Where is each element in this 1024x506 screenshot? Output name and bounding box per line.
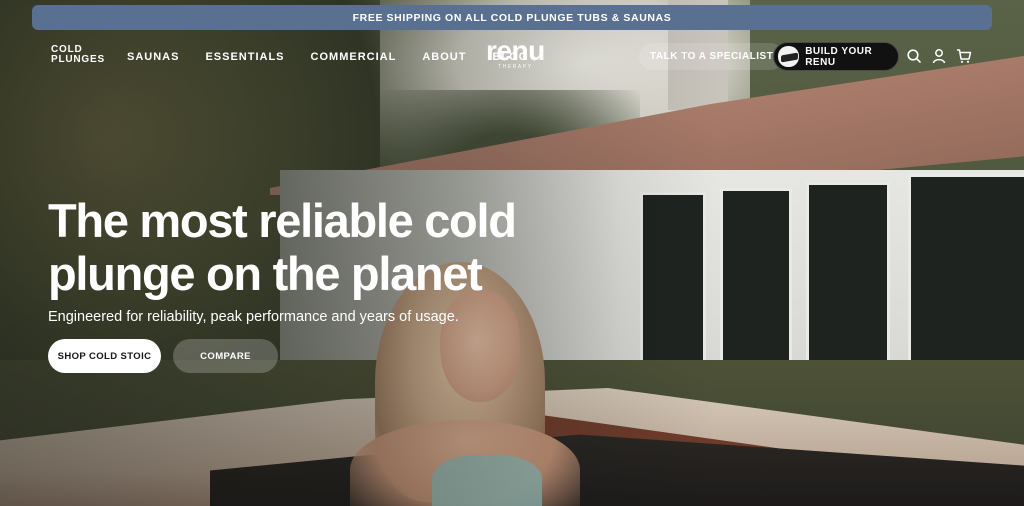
nav-item-essentials[interactable]: ESSENTIALS — [205, 51, 284, 63]
specialist-label: TALK TO A SPECIALIST — [650, 51, 774, 62]
header-icons — [906, 48, 972, 64]
shop-cold-stoic-button[interactable]: SHOP COLD STOIC — [48, 339, 161, 373]
account-icon[interactable] — [931, 48, 947, 64]
compare-label: COMPARE — [200, 350, 251, 362]
build-your-renu-button[interactable]: BUILD YOUR RENU — [773, 42, 899, 71]
renu-therapy-logo[interactable]: renu THERAPY — [486, 35, 545, 71]
brand-subtitle: THERAPY — [497, 64, 533, 70]
headline-line-2: plunge on the planet — [48, 247, 483, 300]
build-label: BUILD YOUR RENU — [805, 45, 873, 68]
compare-button[interactable]: COMPARE — [173, 339, 278, 373]
nav-item-commercial[interactable]: COMMERCIAL — [311, 51, 397, 63]
announcement-text: FREE SHIPPING ON ALL COLD PLUNGE TUBS & … — [352, 11, 672, 24]
cart-icon[interactable] — [956, 48, 972, 64]
announcement-bar[interactable]: FREE SHIPPING ON ALL COLD PLUNGE TUBS & … — [32, 5, 992, 30]
search-icon[interactable] — [906, 48, 922, 64]
hero-headline: The most reliable cold plunge on the pla… — [48, 194, 568, 300]
hero-subline: Engineered for reliability, peak perform… — [48, 309, 459, 325]
brand-word: renu — [486, 35, 545, 66]
nav-item-saunas[interactable]: SAUNAS — [127, 51, 179, 63]
cold-plunges-logo[interactable]: COLD PLUNGES — [51, 45, 105, 65]
main-nav: SAUNAS ESSENTIALS COMMERCIAL ABOUT BLOG — [127, 51, 528, 63]
tub-thumbnail-icon — [778, 46, 800, 67]
talk-to-specialist-button[interactable]: TALK TO A SPECIALIST — [639, 43, 785, 70]
shop-label: SHOP COLD STOIC — [57, 350, 152, 362]
logo-line-2: PLUNGES — [51, 54, 105, 65]
nav-item-about[interactable]: ABOUT — [422, 51, 466, 63]
headline-line-1: The most reliable cold — [48, 194, 517, 247]
